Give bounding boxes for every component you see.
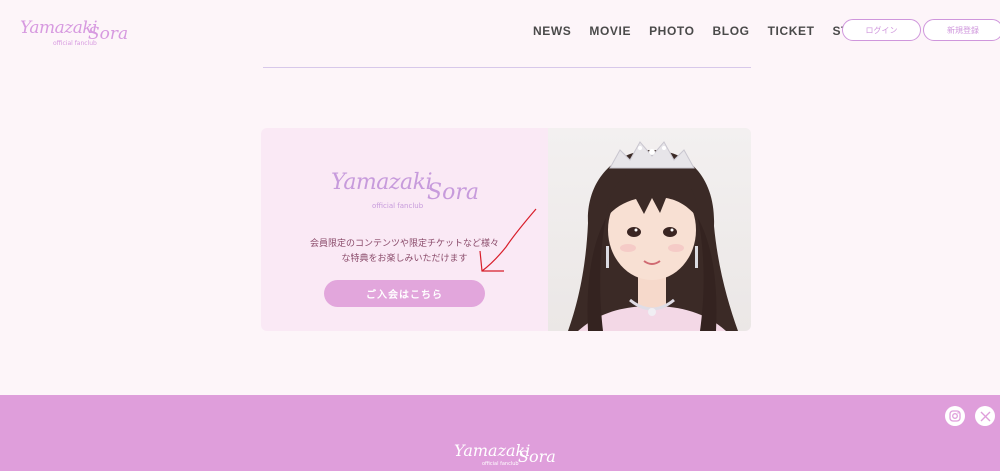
artist-portrait-illustration: [568, 141, 738, 331]
card-logo-subtitle: official fanclub: [372, 202, 424, 210]
footer-logo-subtitle: official fanclub: [482, 461, 519, 467]
footer-logo-second: Sora: [518, 447, 556, 466]
section-divider: [263, 67, 751, 68]
site-header: Yamazaki Sora official fanclub NEWS MOVI…: [0, 0, 1000, 62]
register-button[interactable]: 新規登録: [923, 19, 1000, 41]
nav-ticket[interactable]: TICKET: [768, 24, 815, 38]
logo-text-main: Yamazaki: [20, 18, 98, 38]
footer-logo[interactable]: Yamazaki Sora official fanclub: [454, 439, 564, 469]
card-logo: Yamazaki Sora official fanclub: [331, 164, 491, 214]
artist-photo: [548, 128, 751, 331]
card-logo-main: Yamazaki: [331, 170, 432, 195]
x-icon[interactable]: [975, 406, 995, 426]
join-button[interactable]: ご入会はこちら: [324, 280, 485, 307]
annotation-arrow-icon: [479, 208, 537, 272]
nav-news[interactable]: NEWS: [533, 24, 571, 38]
instagram-icon[interactable]: [945, 406, 965, 426]
main-nav: NEWS MOVIE PHOTO BLOG TICKET STORE: [533, 24, 895, 38]
site-logo[interactable]: Yamazaki Sora official fanclub: [20, 10, 130, 50]
logo-subtitle: official fanclub: [53, 40, 97, 47]
nav-photo[interactable]: PHOTO: [649, 24, 694, 38]
login-button[interactable]: ログイン: [842, 19, 921, 41]
card-logo-second: Sora: [427, 180, 479, 205]
site-footer: Yamazaki Sora official fanclub: [0, 395, 1000, 471]
nav-blog[interactable]: BLOG: [713, 24, 750, 38]
nav-movie[interactable]: MOVIE: [589, 24, 631, 38]
